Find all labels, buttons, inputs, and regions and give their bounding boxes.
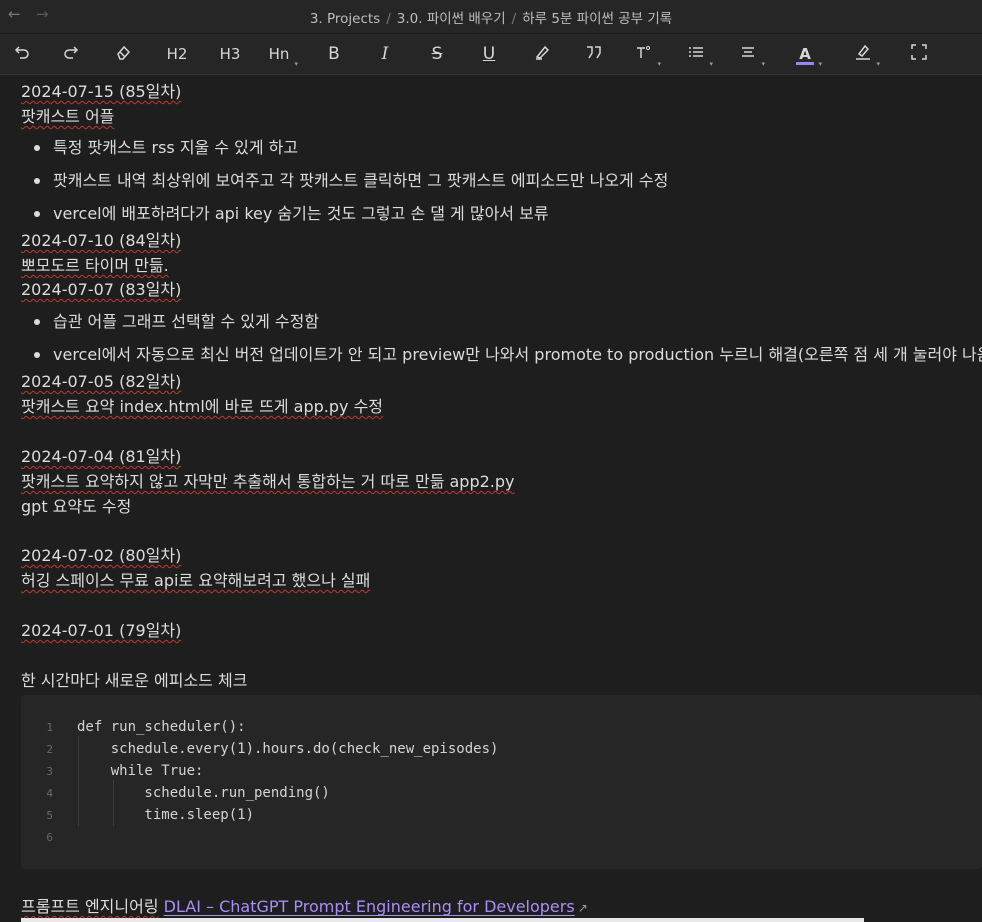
line-number: 5 bbox=[21, 806, 53, 826]
chevron-down-icon: ▾ bbox=[709, 53, 713, 75]
breadcrumb-projects[interactable]: 3. Projects bbox=[310, 11, 380, 27]
redo-icon[interactable] bbox=[61, 43, 83, 65]
date-heading: 2024-07-10 (84일차) bbox=[21, 230, 181, 252]
paragraph: 한 시간마다 새로운 에피소드 체크 bbox=[21, 670, 247, 692]
date-heading: 2024-07-15 (85일차) bbox=[21, 81, 181, 103]
breadcrumb-current-note[interactable]: 하루 5분 파이썬 공부 기록 bbox=[522, 11, 672, 27]
heading-n-label: Hn bbox=[269, 45, 290, 63]
external-link-icon[interactable]: ↗ bbox=[578, 901, 588, 915]
code-line: def run_scheduler(): bbox=[77, 717, 246, 737]
quote-icon[interactable] bbox=[583, 43, 605, 65]
breadcrumb-separator: / bbox=[512, 11, 517, 27]
paragraph: gpt 요약도 수정 bbox=[21, 496, 131, 518]
heading-2-label: H2 bbox=[167, 45, 188, 63]
bullet-dot bbox=[34, 352, 40, 358]
strikethrough-button[interactable]: S bbox=[427, 43, 447, 65]
chevron-down-icon: ▾ bbox=[657, 53, 661, 75]
bold-label: B bbox=[328, 44, 340, 64]
date-heading: 2024-07-01 (79일차) bbox=[21, 620, 181, 642]
underline-label: U bbox=[483, 44, 495, 64]
bullet-dot bbox=[34, 319, 40, 325]
breadcrumb: 3. Projects / 3.0. 파이썬 배우기 / 하루 5분 파이썬 공부 기록 bbox=[0, 7, 982, 27]
code-line: while True: bbox=[77, 761, 203, 781]
highlight-color-icon[interactable]: ▾ bbox=[852, 43, 874, 65]
chevron-down-icon: ▾ bbox=[818, 53, 822, 75]
bold-button[interactable]: B bbox=[324, 43, 344, 65]
line-number: 6 bbox=[21, 828, 53, 848]
list-item: vercel에서 자동으로 최신 버전 업데이트가 안 되고 preview만 … bbox=[53, 344, 982, 366]
heading-n-button[interactable]: Hn▾ bbox=[266, 43, 292, 65]
code-block[interactable]: 1 def run_scheduler(): 2 schedule.every(… bbox=[21, 695, 982, 869]
paragraph: 팟캐스트 요약 index.html에 바로 뜨게 app.py 수정 bbox=[21, 396, 383, 418]
editor-toolbar: H2 H3 Hn▾ B I S U ▾ ▾ ▾ A ▾ ▾ bbox=[0, 34, 982, 75]
external-link[interactable]: DLAI – ChatGPT Prompt Engineering for De… bbox=[164, 897, 575, 916]
date-heading: 2024-07-02 (80일차) bbox=[21, 545, 181, 567]
heading-3-button[interactable]: H3 bbox=[217, 43, 243, 65]
paragraph: 허깅 스페이스 무료 api로 요약해보려고 했으나 실패 bbox=[21, 570, 370, 592]
date-heading: 2024-07-07 (83일차) bbox=[21, 279, 181, 301]
text-color-swatch bbox=[796, 62, 814, 65]
line-number: 4 bbox=[21, 784, 53, 804]
title-bar: ← → 3. Projects/3.0. 파이썬 배우기/하루 5분 파이썬 공… bbox=[0, 0, 982, 34]
line-number: 2 bbox=[21, 740, 53, 760]
fullscreen-icon[interactable] bbox=[908, 43, 930, 65]
italic-button[interactable]: I bbox=[375, 43, 395, 65]
line-number: 1 bbox=[21, 718, 53, 738]
date-heading: 2024-07-05 (82일차) bbox=[21, 371, 181, 393]
prompt-label: 프롬프트 엔지니어링 bbox=[21, 897, 159, 916]
align-center-icon[interactable]: ▾ bbox=[737, 43, 759, 65]
code-line: schedule.every(1).hours.do(check_new_epi… bbox=[77, 739, 498, 759]
paragraph: 뽀모도르 타이머 만듦. bbox=[21, 255, 169, 277]
breadcrumb-separator: / bbox=[386, 11, 391, 27]
paragraph: 프롬프트 엔지니어링 DLAI – ChatGPT Prompt Enginee… bbox=[21, 896, 588, 919]
list-icon[interactable]: ▾ bbox=[685, 43, 707, 65]
highlight-pen-icon[interactable] bbox=[531, 43, 553, 65]
strikethrough-label: S bbox=[432, 44, 443, 64]
breadcrumb-learn-python[interactable]: 3.0. 파이썬 배우기 bbox=[397, 11, 506, 27]
list-item: vercel에 배포하려다가 api key 숨기는 것도 그렇고 손 댈 게 … bbox=[53, 203, 549, 225]
date-heading: 2024-07-04 (81일차) bbox=[21, 446, 181, 468]
chevron-down-icon: ▾ bbox=[761, 53, 765, 75]
text-color-label: A bbox=[799, 45, 811, 63]
chevron-down-icon: ▾ bbox=[876, 53, 880, 75]
bullet-dot bbox=[34, 211, 40, 217]
heading-2-button[interactable]: H2 bbox=[164, 43, 190, 65]
list-item: 팟캐스트 내역 최상위에 보여주고 각 팟캐스트 클릭하면 그 팟캐스트 에피소… bbox=[53, 170, 668, 192]
code-line: time.sleep(1) bbox=[77, 805, 254, 825]
line-number: 3 bbox=[21, 762, 53, 782]
paragraph: 팟캐스트 요약하지 않고 자막만 추출해서 통합하는 거 따로 만듦 app2.… bbox=[21, 471, 515, 493]
chevron-down-icon: ▾ bbox=[294, 53, 298, 75]
text-style-icon[interactable]: ▾ bbox=[633, 43, 655, 65]
paragraph: 팟캐스트 어플 bbox=[21, 106, 114, 128]
underline-button[interactable]: U bbox=[479, 43, 499, 65]
italic-label: I bbox=[382, 44, 389, 64]
text-color-button[interactable]: A ▾ bbox=[794, 43, 816, 65]
undo-icon[interactable] bbox=[10, 43, 32, 65]
clear-format-icon[interactable] bbox=[112, 43, 134, 65]
bullet-dot bbox=[34, 145, 40, 151]
embed-preview-edge bbox=[21, 918, 864, 922]
list-item: 습관 어플 그래프 선택할 수 있게 수정함 bbox=[53, 311, 319, 333]
heading-3-label: H3 bbox=[220, 45, 241, 63]
code-line: schedule.run_pending() bbox=[77, 783, 330, 803]
bullet-dot bbox=[34, 178, 40, 184]
list-item: 특정 팟캐스트 rss 지울 수 있게 하고 bbox=[53, 137, 298, 159]
note-content[interactable]: 2024-07-15 (85일차) 팟캐스트 어플 특정 팟캐스트 rss 지울… bbox=[0, 75, 982, 922]
